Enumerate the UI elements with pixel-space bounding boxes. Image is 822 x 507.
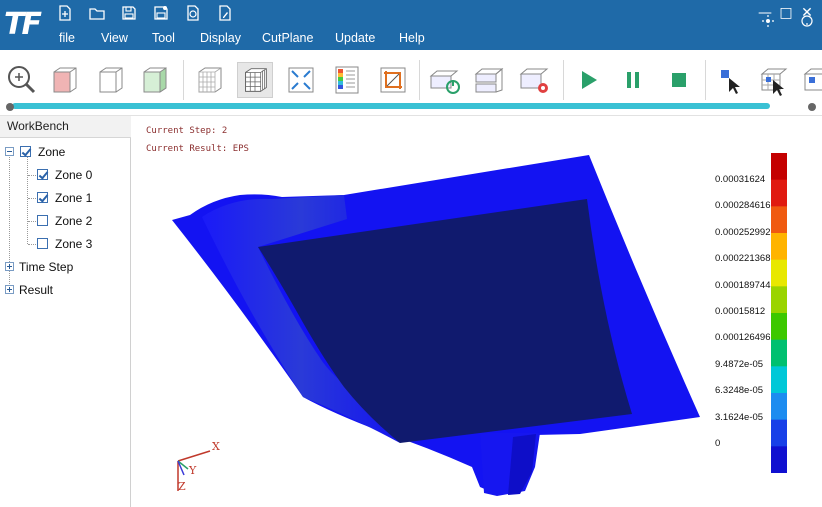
- stop-icon[interactable]: [661, 62, 697, 98]
- legend-color-band: [771, 419, 787, 447]
- open-folder-icon[interactable]: [88, 4, 106, 22]
- legend-label: 6.3248e-05: [715, 385, 764, 397]
- settings-small-icon[interactable]: [761, 14, 775, 28]
- scroll-left-handle[interactable]: [6, 103, 14, 111]
- zone-1-checkbox[interactable]: [37, 192, 48, 203]
- legend-label: 9.4872e-05: [715, 358, 764, 370]
- power-cube-icon[interactable]: [427, 62, 463, 98]
- legend-color-band: [771, 313, 787, 341]
- app-logo: TF: [4, 7, 42, 42]
- legend-label: 0.000284616: [715, 200, 771, 212]
- axis-x-label: X: [212, 440, 220, 453]
- axis-z-label: Z: [178, 480, 186, 493]
- maximize-button[interactable]: □: [779, 6, 793, 20]
- legend-color-band: [771, 366, 787, 394]
- menu-view[interactable]: View: [101, 31, 128, 45]
- menu-display[interactable]: Display: [200, 31, 241, 45]
- menu-tool[interactable]: Tool: [152, 31, 175, 45]
- tree-item-label: Time Step: [19, 260, 74, 274]
- legend-color-band: [771, 446, 787, 473]
- play-icon[interactable]: [571, 62, 607, 98]
- toolbar-scroll-thumb[interactable]: [12, 103, 770, 109]
- zone-checkbox[interactable]: [20, 146, 31, 157]
- legend-label: 0.000221368: [715, 253, 771, 265]
- legend-label: 0.000252992: [715, 226, 771, 238]
- toolbar-separator: [705, 60, 706, 100]
- tree-item-zone-2[interactable]: Zone 2: [0, 212, 131, 230]
- workbench-title: WorkBench: [0, 116, 131, 138]
- pause-icon[interactable]: [615, 62, 651, 98]
- menu-cutplane[interactable]: CutPlane: [262, 31, 313, 45]
- menu-help[interactable]: Help: [399, 31, 425, 45]
- pick-mesh-icon[interactable]: [757, 62, 793, 98]
- view-right-cube-icon[interactable]: [136, 62, 172, 98]
- zoom-fit-icon[interactable]: [4, 62, 40, 98]
- tree-item-label: Zone 3: [55, 237, 93, 251]
- tree-item-label: Zone 0: [55, 168, 93, 182]
- expand-icon[interactable]: [5, 285, 14, 294]
- legend-color-band: [771, 233, 787, 261]
- legend-label: 0.00031624: [715, 174, 766, 185]
- edit-file-icon[interactable]: [216, 4, 234, 22]
- legend-label: 3.1624e-05: [715, 411, 764, 423]
- legend-color-band: [771, 153, 787, 181]
- legend-label: 0.00015812: [715, 306, 766, 317]
- legend-color-band: [771, 286, 787, 314]
- legend-color-band: [771, 179, 787, 207]
- legend-color-band: [771, 259, 787, 287]
- legend-color-band: [771, 339, 787, 367]
- tree-item-zone-3[interactable]: Zone 3: [0, 235, 131, 253]
- pick-cell-icon[interactable]: [800, 62, 822, 98]
- axis-y-label: Y: [189, 464, 197, 477]
- tree-item-time-step[interactable]: Time Step: [0, 258, 131, 276]
- save-as-icon[interactable]: [152, 4, 170, 22]
- tree-item-zone-0[interactable]: Zone 0: [0, 166, 131, 184]
- toolbar-separator: [419, 60, 420, 100]
- title-bar: TF file View Tool Display CutPlane Updat…: [0, 0, 822, 50]
- new-file-icon[interactable]: [56, 4, 74, 22]
- app-window: TF file View Tool Display CutPlane Updat…: [0, 0, 822, 507]
- tree-item-zone[interactable]: Zone: [0, 143, 131, 161]
- contour-icon[interactable]: [329, 62, 365, 98]
- export-icon[interactable]: [184, 4, 202, 22]
- mesh-cube-icon[interactable]: [237, 62, 273, 98]
- tree-item-label: Zone: [38, 145, 66, 159]
- collapse-icon[interactable]: [5, 147, 14, 156]
- zone-3-checkbox[interactable]: [37, 238, 48, 249]
- help-small-icon[interactable]: [800, 14, 814, 28]
- toolbar-separator: [183, 60, 184, 100]
- view-left-cube-icon[interactable]: [46, 62, 82, 98]
- toolbar: [0, 50, 822, 116]
- toolbar-separator: [563, 60, 564, 100]
- scroll-right-handle[interactable]: [808, 103, 816, 111]
- legend-color-band: [771, 393, 787, 421]
- expand-icon[interactable]: [5, 262, 14, 271]
- render-viewport[interactable]: Current Step: 2 Current Result: EPS 0.00…: [132, 117, 822, 507]
- zone-0-checkbox[interactable]: [37, 169, 48, 180]
- zone-2-checkbox[interactable]: [37, 215, 48, 226]
- tree-item-label: Zone 2: [55, 214, 93, 228]
- legend-label: 0.000189744: [715, 279, 771, 291]
- legend-label: 0.000126496: [715, 332, 771, 344]
- legend-color-band: [771, 206, 787, 234]
- wireframe-cube-icon[interactable]: [191, 62, 227, 98]
- menu-update[interactable]: Update: [335, 31, 375, 45]
- tree-item-label: Zone 1: [55, 191, 93, 205]
- shrink-icon[interactable]: [283, 62, 319, 98]
- settings-cube-icon[interactable]: [517, 62, 553, 98]
- save-icon[interactable]: [120, 4, 138, 22]
- split-cube-icon[interactable]: [472, 62, 508, 98]
- pick-point-icon[interactable]: [713, 62, 749, 98]
- tree-item-zone-1[interactable]: Zone 1: [0, 189, 131, 207]
- tree-item-label: Result: [19, 283, 54, 297]
- color-legend-bar: [771, 153, 787, 473]
- legend-label: 0: [715, 438, 721, 449]
- menu-file[interactable]: file: [59, 31, 75, 45]
- view-iso-cube-icon[interactable]: [92, 62, 128, 98]
- tree-item-result[interactable]: Result: [0, 281, 131, 299]
- crop-icon[interactable]: [375, 62, 411, 98]
- workbench-panel: WorkBench Zone Zone 0 Zone 1 Zone 2 Zone…: [0, 116, 131, 507]
